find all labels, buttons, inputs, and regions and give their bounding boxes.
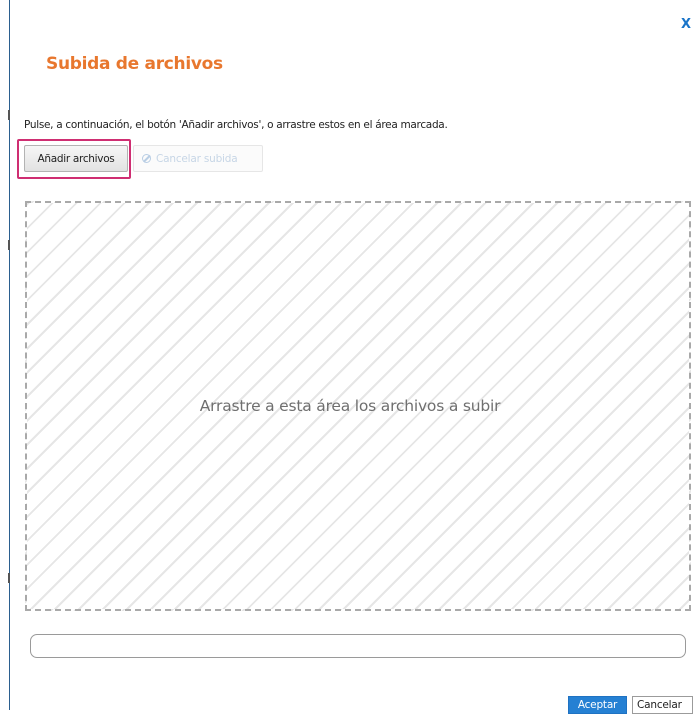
left-edge-mark [8,110,10,120]
close-button[interactable]: X [681,18,691,31]
accept-button[interactable]: Aceptar [568,696,627,714]
upload-progress-bar [30,634,686,658]
dialog-left-border [9,0,10,710]
dialog-title: Subida de archivos [46,54,223,74]
add-files-button[interactable]: Añadir archivos [24,145,128,172]
cancel-upload-label: Cancelar subida [156,152,238,165]
instructions-text: Pulse, a continuación, el botón 'Añadir … [24,119,448,131]
cancel-upload-button[interactable]: Cancelar subida [133,145,263,172]
cancel-button[interactable]: Cancelar [632,696,693,714]
file-drop-zone[interactable]: Arrastre a esta área los archivos a subi… [25,201,691,611]
left-edge-mark [8,240,10,250]
ban-icon [142,154,151,163]
upload-dialog: X Subida de archivos Pulse, a continuaci… [0,0,693,714]
left-edge-mark [8,573,10,583]
drop-zone-label: Arrastre a esta área los archivos a subi… [199,397,501,415]
